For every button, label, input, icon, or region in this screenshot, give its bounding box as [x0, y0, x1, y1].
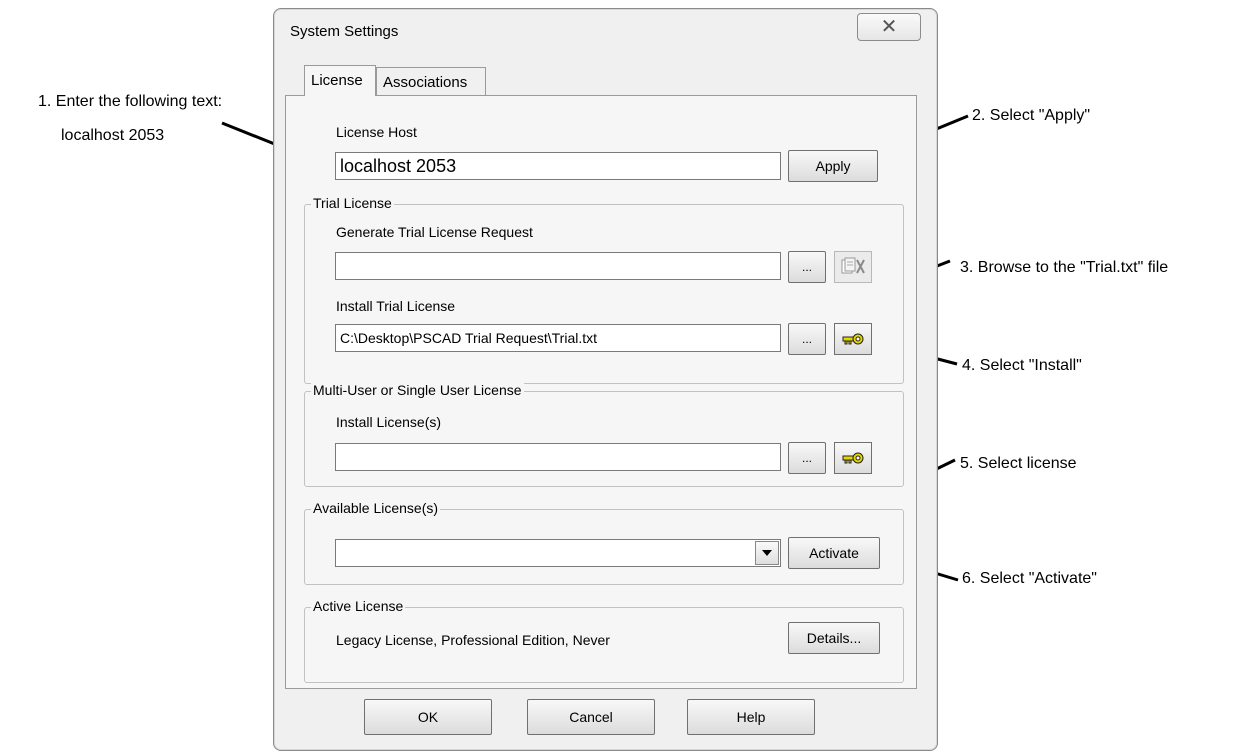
close-button[interactable]: ✕	[857, 13, 921, 41]
tab-associations[interactable]: Associations	[376, 67, 486, 95]
annotation-step2: 2. Select "Apply"	[972, 107, 1091, 124]
activate-button[interactable]: Activate	[788, 537, 880, 569]
available-licenses-dropdown[interactable]	[335, 539, 781, 567]
cancel-button[interactable]: Cancel	[527, 699, 655, 735]
install-licenses-input[interactable]	[335, 443, 781, 471]
available-licenses-legend: Available License(s)	[311, 500, 441, 516]
window-title: System Settings	[290, 23, 399, 40]
request-generate-icon	[841, 257, 865, 274]
annotation-step3: 3. Browse to the "Trial.txt" file	[960, 259, 1169, 276]
system-settings-dialog: System Settings ✕ License Associations L…	[273, 8, 938, 751]
install-licenses-browse-button[interactable]: ...	[788, 442, 826, 474]
active-license-value: Legacy License, Professional Edition, Ne…	[336, 632, 610, 648]
annotation-step1-line1: 1. Enter the following text:	[38, 93, 223, 110]
help-button[interactable]: Help	[687, 699, 815, 735]
generate-request-button[interactable]	[834, 251, 872, 283]
license-host-label: License Host	[336, 124, 417, 140]
apply-button[interactable]: Apply	[788, 150, 878, 182]
install-trial-browse-button[interactable]: ...	[788, 323, 826, 355]
generate-trial-input[interactable]	[335, 252, 781, 280]
install-licenses-button[interactable]	[834, 442, 872, 474]
annotation-step5: 5. Select license	[960, 455, 1077, 472]
ok-button[interactable]: OK	[364, 699, 492, 735]
key-icon	[842, 333, 864, 345]
license-host-input[interactable]	[335, 152, 781, 180]
install-licenses-label: Install License(s)	[336, 414, 442, 430]
dropdown-arrow[interactable]	[755, 541, 779, 565]
install-trial-input[interactable]	[335, 324, 781, 352]
multi-user-legend: Multi-User or Single User License	[311, 382, 524, 398]
annotation-step4: 4. Select "Install"	[962, 357, 1082, 374]
key-icon	[842, 452, 864, 464]
chevron-down-icon	[762, 550, 772, 556]
tab-license[interactable]: License	[304, 65, 376, 96]
annotation-step1-line2: localhost 2053	[61, 127, 165, 144]
trial-license-legend: Trial License	[311, 195, 394, 211]
annotation-step6: 6. Select "Activate"	[962, 570, 1097, 587]
install-trial-button[interactable]	[834, 323, 872, 355]
close-icon: ✕	[880, 16, 898, 38]
install-trial-label: Install Trial License	[336, 298, 456, 314]
active-license-legend: Active License	[311, 598, 406, 614]
details-button[interactable]: Details...	[788, 622, 880, 654]
generate-browse-button[interactable]: ...	[788, 251, 826, 283]
generate-trial-label: Generate Trial License Request	[336, 224, 533, 240]
